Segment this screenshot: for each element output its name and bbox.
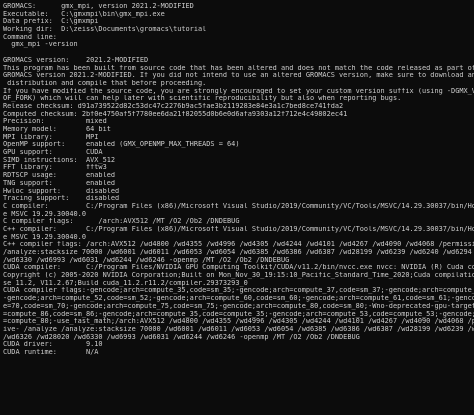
terminal-line: This program has been built from source … [3,64,474,72]
terminal-line: SIMD instructions: AVX_512 [3,156,116,164]
terminal-line: C compiler flags: /arch:AVX512 /MT /O2 /… [3,218,240,226]
terminal-line: Data prefix: C:\gmxmpi [3,18,99,26]
terminal-line: CUDA runtime: N/A [3,348,99,356]
terminal-line: Working dir: D:\zeiss\Documents\gromacs\… [3,26,207,34]
terminal-line: Command line: [3,33,57,41]
terminal-line: Executable: C:\gmxmpi\bin\gmx_mpi.exe [3,10,165,18]
terminal-line: /wd6326 /wd28020 /wd6330 /wd6993 /wd6031… [3,333,360,341]
terminal-line: Hwloc support: disabled [3,187,120,195]
terminal-line: CUDA compiler: C:/Program Files/NVIDIA G… [3,264,474,272]
terminal-line: e=70,code=sm_70;-gencode;arch=compute_75… [3,302,474,310]
terminal-line: e MSVC 19.29.30040.0 [3,210,86,218]
terminal-line: /wd6330 /wd6993 /wd6031 /wd6244 /wd6246 … [3,256,290,264]
terminal-line: =compute_86,code=sm_86;-gencode;arch=com… [3,310,474,318]
terminal-line: GPU support: CUDA [3,149,103,157]
terminal-line: GROMACS version 2021.2-MODIFIED. If you … [3,72,474,80]
terminal-line: se 11.2, V11.2.67;Build cuda_11.2.r11.2/… [3,279,248,287]
terminal-line: TNG support: enabled [3,179,116,187]
terminal-line: -gencode;arch=compute_52,code=sm_52;-gen… [3,295,474,303]
terminal-line: OF_FORK) which will can help later with … [3,95,402,103]
terminal-line: C++ compiler: C:/Program Files (x86)/Mic… [3,225,474,233]
terminal-line: =compute_80;-use_fast_math;/arch:AVX512 … [3,318,474,326]
terminal-line: FFT library: fftw3 [3,164,107,172]
terminal-line: C compiler: C:/Program Files (x86)/Micro… [3,202,474,210]
terminal-line: distribution and compile that before pro… [3,79,207,87]
terminal-line: CUDA compiler flags:-gencode;arch=comput… [3,287,474,295]
terminal-line: If you have modified the source code, yo… [3,87,474,95]
terminal-line: Computed checksum: 2bf0e4750af5f7780ee6d… [3,110,348,118]
terminal-line: GROMACS: gmx_mpi, version 2021.2-MODIFIE… [3,3,194,10]
terminal-line: Memory model: 64 bit [3,126,111,133]
terminal-line: /analyze:stacksize 70000 /wd6001 /wd6011… [3,249,474,256]
terminal-line: GROMACS version: 2021.2-MODIFIED [3,56,149,64]
terminal-line: e MSVC 19.29.30040.0 [3,233,86,241]
terminal-line: ive- /analyze /analyze:stacksize 70000 /… [3,325,474,333]
terminal-line: RDTSCP usage: enabled [3,172,116,180]
terminal-line: gmx_mpi -version [3,41,78,49]
terminal-line: CUDA driver: 9.10 [3,341,103,349]
terminal-output[interactable]: GROMACS: gmx_mpi, version 2021.2-MODIFIE… [0,0,474,415]
terminal-line: OpenMP support: enabled (GMX_OPENMP_MAX_… [3,141,240,149]
terminal-line: Release checksum: d91a739522d82c53dc47c2… [3,102,344,110]
terminal-line: MPI library: MPI [3,133,99,141]
terminal-line: Tracing support: disabled [3,195,120,203]
terminal-line: Precision: mixed [3,118,107,126]
terminal-line: Copyright (c) 2005-2020 NVIDIA Corporati… [3,272,474,280]
terminal-line: C++ compiler flags: /arch:AVX512 /wd4800… [3,241,474,249]
